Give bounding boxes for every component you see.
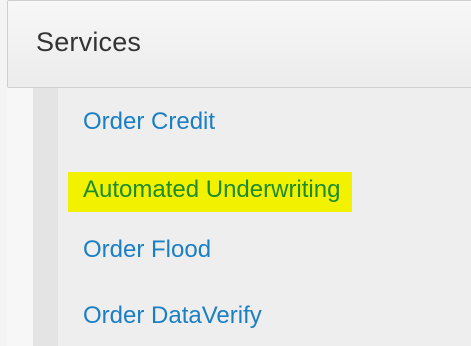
menu-item-order-credit[interactable]: Order Credit <box>83 108 215 136</box>
services-title: Services <box>36 27 142 57</box>
menu-accent-bar <box>33 88 58 346</box>
services-header[interactable]: Services <box>7 0 471 88</box>
menu-item-order-dataverify[interactable]: Order DataVerify <box>83 302 262 330</box>
services-panel: Services Order Credit Automated Underwri… <box>0 0 471 346</box>
menu-item-order-flood[interactable]: Order Flood <box>83 236 211 264</box>
panel-gutter <box>7 88 33 346</box>
services-menu: Order Credit Automated Underwriting Orde… <box>58 88 471 346</box>
menu-item-automated-underwriting[interactable]: Automated Underwriting <box>68 172 353 212</box>
